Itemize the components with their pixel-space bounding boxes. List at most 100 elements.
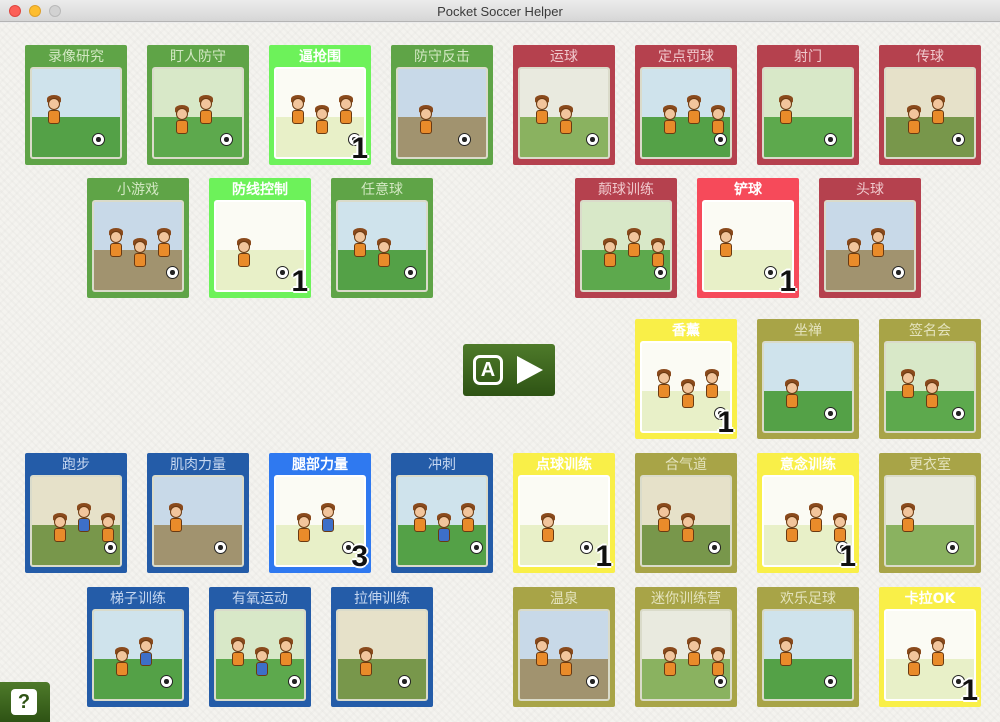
player-figure-icon [112,647,132,687]
soccer-ball-icon [586,133,599,146]
player-figure-icon [782,513,802,553]
training-card[interactable]: 腿部力量 3 [269,453,371,573]
soccer-ball-icon [220,133,233,146]
man-marking-icon [152,67,244,159]
player-figure-icon [434,513,454,553]
juggling-icon [580,200,672,292]
help-button[interactable]: ? [0,682,50,722]
card-level-badge: 1 [291,265,308,298]
training-card[interactable]: 合气道 [635,453,737,573]
player-figure-icon [350,228,370,268]
soccer-ball-icon [654,266,667,279]
training-card[interactable]: 录像研究 [25,45,127,165]
stretching-icon [336,609,428,701]
video-study-icon [30,67,122,159]
training-card[interactable]: 传球 [879,45,981,165]
dribble-icon [518,67,610,159]
training-card-label: 签名会 [909,323,951,339]
player-figure-icon [172,105,192,145]
card-level-badge: 1 [961,674,978,707]
training-card-label: 任意球 [361,182,403,198]
player-figure-icon [702,369,722,409]
training-card[interactable]: 防守反击 [391,45,493,165]
training-card-label: 腿部力量 [292,457,348,473]
player-figure-icon [898,503,918,543]
hot-spring-icon [518,609,610,701]
sprint-icon [396,475,488,567]
soccer-ball-icon [458,133,471,146]
training-card[interactable]: 香薰 1 [635,319,737,439]
player-figure-icon [318,503,338,543]
training-card[interactable]: 冲刺 [391,453,493,573]
training-card[interactable]: 坐禅 [757,319,859,439]
soccer-ball-icon [586,675,599,688]
player-figure-icon [166,503,186,543]
training-card[interactable]: 射门 [757,45,859,165]
zen-meditation-icon [762,341,854,433]
play-button[interactable]: A [463,344,555,396]
training-card[interactable]: 头球 [819,178,921,298]
training-card-label: 肌肉力量 [170,457,226,473]
window-title: Pocket Soccer Helper [437,4,563,19]
player-figure-icon [416,105,436,145]
training-card[interactable]: 意念训练 1 [757,453,859,573]
ladder-training-icon [92,609,184,701]
training-card-label: 头球 [856,182,884,198]
soccer-ball-icon [398,675,411,688]
passing-icon [884,67,976,159]
running-icon [30,475,122,567]
training-card[interactable]: 签名会 [879,319,981,439]
training-card-label: 跑步 [62,457,90,473]
player-figure-icon [600,238,620,278]
training-card[interactable]: 梯子训练 [87,587,189,707]
training-card[interactable]: 跑步 [25,453,127,573]
training-card[interactable]: 欢乐足球 [757,587,859,707]
training-card-label: 盯人防守 [170,49,226,65]
autograph-event-icon [884,341,976,433]
training-card[interactable]: 运球 [513,45,615,165]
soccer-ball-icon [92,133,105,146]
player-figure-icon [776,637,796,677]
training-card[interactable]: 逼抢围 1 [269,45,371,165]
player-figure-icon [74,503,94,543]
training-card[interactable]: 颠球训练 [575,178,677,298]
player-figure-icon [684,637,704,677]
training-card[interactable]: 迷你训练营 [635,587,737,707]
training-card[interactable]: 拉伸训练 [331,587,433,707]
training-card[interactable]: 铲球 1 [697,178,799,298]
player-figure-icon [410,503,430,543]
training-card-label: 温泉 [550,591,578,607]
player-figure-icon [776,95,796,135]
training-card[interactable]: 防线控制 1 [209,178,311,298]
player-figure-icon [532,95,552,135]
training-card[interactable]: 盯人防守 [147,45,249,165]
player-figure-icon [716,228,736,268]
training-card[interactable]: 卡拉OK 1 [879,587,981,707]
training-card[interactable]: 小游戏 [87,178,189,298]
player-figure-icon [868,228,888,268]
soccer-ball-icon [580,541,593,554]
player-figure-icon [928,95,948,135]
card-level-badge: 1 [351,132,368,165]
training-card[interactable]: 定点罚球 [635,45,737,165]
player-figure-icon [806,503,826,543]
fun-soccer-icon [762,609,854,701]
player-figure-icon [294,513,314,553]
soccer-ball-icon [892,266,905,279]
training-card[interactable]: 点球训练 1 [513,453,615,573]
training-card[interactable]: 肌肉力量 [147,453,249,573]
training-card[interactable]: 任意球 [331,178,433,298]
play-arrow-icon [517,356,543,384]
help-icon: ? [11,689,37,715]
player-figure-icon [844,238,864,278]
training-card[interactable]: 更衣室 [879,453,981,573]
soccer-ball-icon [946,541,959,554]
training-card-label: 卡拉OK [904,591,956,607]
soccer-ball-icon [404,266,417,279]
training-card-label: 合气道 [665,457,707,473]
training-card[interactable]: 温泉 [513,587,615,707]
training-card[interactable]: 有氧运动 [209,587,311,707]
soccer-ball-icon [214,541,227,554]
set-piece-icon [640,67,732,159]
player-figure-icon [44,95,64,135]
